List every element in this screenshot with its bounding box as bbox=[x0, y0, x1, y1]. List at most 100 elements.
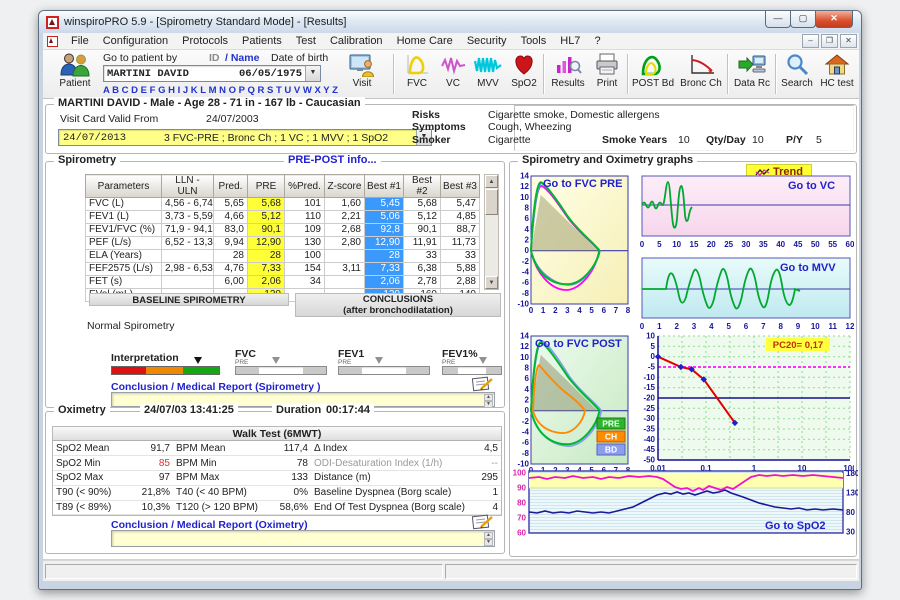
edit-notepad-icon[interactable] bbox=[470, 514, 496, 530]
toolbar-search-button[interactable]: Search bbox=[779, 52, 815, 89]
patient-info-panel: MARTINI DAVID - Male - Age 28 - 71 in - … bbox=[45, 104, 857, 154]
col-header[interactable]: Best #3 bbox=[441, 175, 480, 198]
tick: 180 bbox=[846, 469, 858, 478]
fvc-pre-graph[interactable]: Go to FVC PRE 14 12 10 8 6 4 2 0 -2 -4 -… bbox=[513, 170, 631, 316]
col-header[interactable]: %Pred. bbox=[285, 175, 325, 198]
toolbar-broncch-button[interactable]: Bronc Ch bbox=[677, 52, 725, 89]
toolbar-print-button[interactable]: Print bbox=[589, 52, 625, 89]
goto-fvc-post-link[interactable]: Go to FVC POST bbox=[535, 338, 622, 350]
oxi-conclusion-input[interactable]: ▲▼ bbox=[111, 530, 495, 547]
toolbar-fvc-button[interactable]: FVC bbox=[399, 52, 435, 89]
tick: -40 bbox=[643, 435, 655, 444]
table-cell: 71,9 - 94,1 bbox=[162, 224, 214, 237]
toolbar-hctest-button[interactable]: HC test bbox=[817, 52, 857, 89]
mdi-minimize-button[interactable]: – bbox=[802, 34, 819, 48]
interpretation-green-segment bbox=[183, 367, 219, 374]
menu-protocols[interactable]: Protocols bbox=[175, 33, 235, 50]
vc-graph[interactable]: Go to VC 0 5 10 15 20 25 30 35 40 45 50 … bbox=[638, 174, 854, 252]
goto-id-label[interactable]: ID bbox=[209, 52, 220, 64]
pc20-graph[interactable]: PC20= 0,17 10 5 0 -5 -10 -15 -20 -25 -30… bbox=[638, 330, 854, 476]
tick: -8 bbox=[522, 449, 530, 458]
toolbar-mvv-button[interactable]: MVV bbox=[469, 52, 507, 89]
table-cell: 28 bbox=[214, 250, 248, 263]
mdi-close-button[interactable]: ✕ bbox=[840, 34, 857, 48]
title-bar[interactable]: winspiroPRO 5.9 - [Spirometry Standard M… bbox=[39, 11, 861, 33]
scroll-up-icon[interactable]: ▲ bbox=[485, 175, 498, 188]
menu-configuration[interactable]: Configuration bbox=[96, 33, 175, 50]
toolbar-results-button[interactable]: Results bbox=[547, 52, 589, 89]
patient-select-combo[interactable]: MARTINI DAVID 06/05/1975 ▼ bbox=[103, 65, 321, 82]
oximetry-panel: Oximetry 24/07/03 13:41:25 Duration 00:1… bbox=[45, 411, 505, 554]
col-header[interactable]: Z-score bbox=[325, 175, 365, 198]
mdi-app-icon[interactable] bbox=[47, 36, 58, 47]
menu-help[interactable]: ? bbox=[587, 33, 607, 50]
table-cell: 5,47 bbox=[441, 198, 480, 211]
gauge-segment bbox=[443, 367, 458, 374]
tick: 10 bbox=[646, 332, 655, 341]
toolbar-visit-button[interactable]: Visit bbox=[343, 52, 381, 89]
table-cell: BPM Max bbox=[173, 471, 265, 486]
patient-name-value: MARTINI DAVID bbox=[107, 68, 189, 80]
visit-icon bbox=[348, 52, 376, 77]
menu-tools[interactable]: Tools bbox=[514, 33, 554, 50]
maximize-button[interactable]: ▢ bbox=[790, 11, 816, 28]
col-header[interactable]: Best #1 bbox=[365, 175, 404, 198]
col-header[interactable]: Pred. bbox=[214, 175, 248, 198]
mdi-restore-button[interactable]: ❐ bbox=[821, 34, 838, 48]
menu-home-care[interactable]: Home Care bbox=[390, 33, 460, 50]
table-cell: -- bbox=[469, 456, 501, 471]
menu-file[interactable]: File bbox=[64, 33, 96, 50]
toolbar-search-label: Search bbox=[781, 78, 813, 89]
table-cell: 85 bbox=[131, 456, 173, 471]
col-header[interactable]: PRE bbox=[248, 175, 285, 198]
visit-select-combo[interactable]: 24/07/2013 3 FVC-PRE ; Bronc Ch ; 1 VC ;… bbox=[58, 129, 432, 146]
edit-notepad-icon[interactable] bbox=[470, 376, 496, 392]
spinner-control[interactable]: ▲▼ bbox=[484, 394, 493, 405]
goto-vc-link[interactable]: Go to VC bbox=[788, 180, 835, 192]
toolbar-spo2-button[interactable]: SpO2 bbox=[507, 52, 541, 89]
table-cell: 154 bbox=[285, 263, 325, 276]
goto-mvv-link[interactable]: Go to MVV bbox=[780, 262, 836, 274]
tick: 5 bbox=[589, 306, 594, 315]
pre-post-info-link[interactable]: PRE-POST info... bbox=[284, 154, 381, 166]
goto-name-label[interactable]: / Name bbox=[225, 52, 259, 64]
menu-hl7[interactable]: HL7 bbox=[553, 33, 587, 50]
toolbar-vc-button[interactable]: VC bbox=[437, 52, 469, 89]
toolbar-postbd-button[interactable]: POST Bd bbox=[631, 52, 675, 89]
spirometry-title: Spirometry bbox=[54, 154, 120, 166]
tick: -25 bbox=[643, 404, 655, 413]
menu-test[interactable]: Test bbox=[289, 33, 323, 50]
fvc-post-graph[interactable]: PRE CH BD Go to FVC POST 14 12 10 8 6 4 … bbox=[513, 330, 631, 476]
tick: 4 bbox=[525, 225, 530, 234]
alphabet-index[interactable]: A B C D E F G H I J K L M N O P Q R S T … bbox=[103, 85, 338, 96]
table-scrollbar[interactable]: ▲ ▼ bbox=[484, 174, 499, 290]
scroll-down-icon[interactable]: ▼ bbox=[485, 276, 498, 289]
tick: 8 bbox=[525, 204, 530, 213]
menu-calibration[interactable]: Calibration bbox=[323, 33, 390, 50]
spinner-control[interactable]: ▲▼ bbox=[484, 532, 493, 545]
close-button[interactable]: ✕ bbox=[815, 11, 853, 28]
tick: 35 bbox=[759, 240, 768, 249]
goto-spo2-link[interactable]: Go to SpO2 bbox=[765, 520, 826, 532]
toolbar-patient-button[interactable]: Patient bbox=[49, 52, 101, 89]
scrollbar-thumb[interactable] bbox=[485, 189, 498, 215]
menu-patients[interactable]: Patients bbox=[235, 33, 289, 50]
goto-fvc-pre-link[interactable]: Go to FVC PRE bbox=[543, 178, 622, 190]
table-cell: ELA (Years) bbox=[86, 250, 162, 263]
table-cell: 109 bbox=[285, 224, 325, 237]
mvv-graph[interactable]: Go to MVV 0 1 2 3 4 5 6 7 8 9 10 11 12 bbox=[638, 256, 854, 334]
oximetry-duration-label: Duration bbox=[272, 404, 325, 416]
toolbar-visit-label: Visit bbox=[353, 78, 372, 89]
col-header[interactable]: Best #2 bbox=[404, 175, 441, 198]
search-icon bbox=[783, 52, 811, 77]
table-cell: 5,12 bbox=[404, 211, 441, 224]
col-header[interactable]: Parameters bbox=[86, 175, 162, 198]
interpretation-bar bbox=[111, 366, 220, 375]
oximetry-stats-table: SpO2 Mean91,7BPM Mean117,4Δ Index4,5SpO2… bbox=[53, 441, 501, 515]
spo2-graph[interactable]: Go to SpO2 100 90 80 70 60 180 130 80 30 bbox=[513, 467, 858, 539]
toolbar-datarc-button[interactable]: Data Rc bbox=[731, 52, 773, 89]
col-header[interactable]: LLN - ULN bbox=[162, 175, 214, 198]
minimize-button[interactable]: — bbox=[765, 11, 791, 28]
menu-security[interactable]: Security bbox=[460, 33, 514, 50]
chevron-down-icon[interactable]: ▼ bbox=[305, 66, 320, 81]
